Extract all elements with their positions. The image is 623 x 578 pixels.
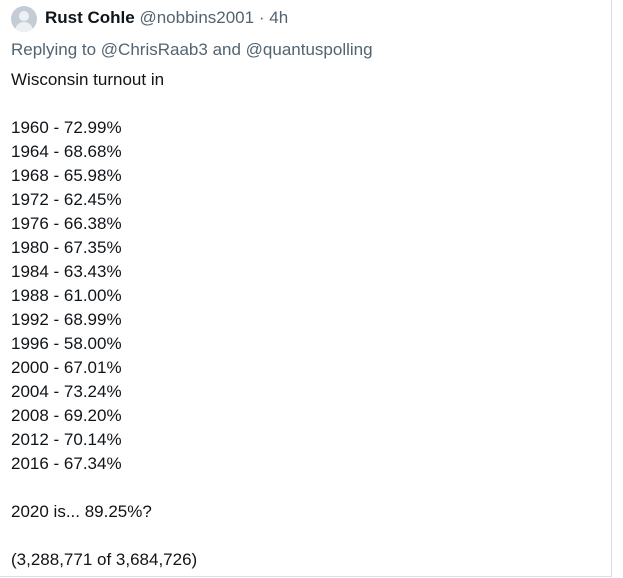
turnout-line: 1980 - 67.35% (11, 238, 122, 257)
tweet-question: 2020 is... 89.25%? (11, 502, 152, 521)
turnout-line: 1996 - 58.00% (11, 334, 122, 353)
avatar-head-shape (19, 11, 29, 21)
tweet-header: Rust Cohle @nobbins2001 · 4h (45, 7, 288, 29)
turnout-line: 1964 - 68.68% (11, 142, 122, 161)
turnout-line: 1968 - 65.98% (11, 166, 122, 185)
reply-mention-1[interactable]: @ChrisRaab3 (101, 40, 208, 59)
tweet-card[interactable]: Rust Cohle @nobbins2001 · 4h Replying to… (0, 0, 612, 577)
reply-mention-2[interactable]: @quantuspolling (246, 40, 373, 59)
avatar-body-shape (15, 22, 33, 32)
turnout-line: 2012 - 70.14% (11, 430, 122, 449)
turnout-line: 2008 - 69.20% (11, 406, 122, 425)
turnout-line: 1984 - 63.43% (11, 262, 122, 281)
user-avatar-icon[interactable] (11, 6, 37, 32)
tweet-intro: Wisconsin turnout in (11, 70, 165, 89)
reply-context: Replying to @ChrisRaab3 and @quantuspoll… (11, 39, 373, 61)
author-handle[interactable]: @nobbins2001 (139, 8, 254, 27)
turnout-line: 2016 - 67.34% (11, 454, 122, 473)
turnout-line: 1972 - 62.45% (11, 190, 122, 209)
author-name[interactable]: Rust Cohle (45, 8, 135, 27)
tweet-timestamp[interactable]: 4h (269, 8, 288, 27)
turnout-line: 1992 - 68.99% (11, 310, 122, 329)
turnout-line: 1976 - 66.38% (11, 214, 122, 233)
header-separator: · (258, 8, 265, 27)
reply-prefix: Replying to (11, 40, 97, 59)
turnout-line: 1988 - 61.00% (11, 286, 122, 305)
tweet-body: Wisconsin turnout in 1960 - 72.99% 1964 … (11, 68, 197, 572)
turnout-line: 2004 - 73.24% (11, 382, 122, 401)
turnout-line: 1960 - 72.99% (11, 118, 122, 137)
reply-conjunction: and (212, 40, 241, 59)
vote-count-note: (3,288,771 of 3,684,726) (11, 550, 198, 569)
turnout-line: 2000 - 67.01% (11, 358, 122, 377)
